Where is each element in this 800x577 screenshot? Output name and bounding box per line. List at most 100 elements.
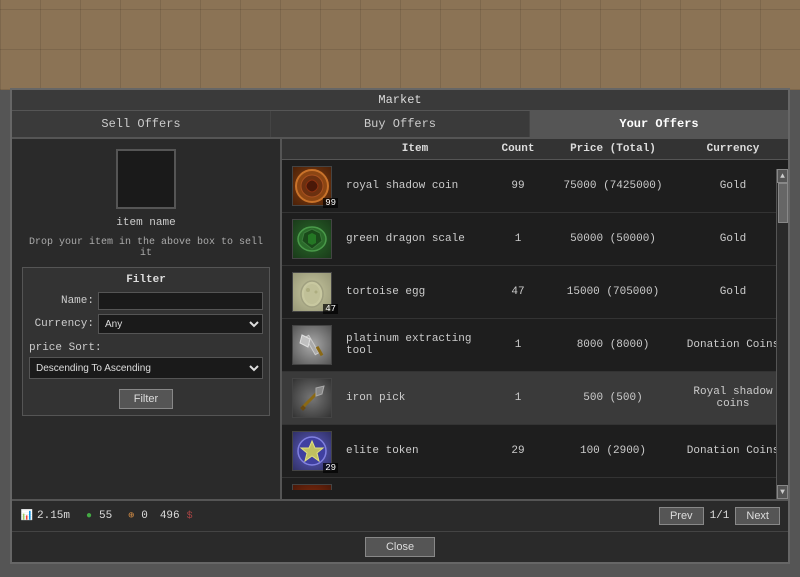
col-icon <box>282 143 342 155</box>
table-row[interactable]: 3 tier 3 quest box 3 75 (225) Royal shad… <box>282 478 788 490</box>
market-window: Market Sell Offers Buy Offers Your Offer… <box>10 88 790 564</box>
filter-name-row: Name: <box>29 292 263 310</box>
item-badge-1: 99 <box>323 198 338 208</box>
item-price-4: 8000 (8000) <box>548 339 678 351</box>
item-name-5: iron pick <box>342 392 488 404</box>
close-bar: Close <box>12 531 788 562</box>
table-scrollbar[interactable]: ▲ ▼ <box>776 169 788 499</box>
plat-tool-icon <box>292 325 332 365</box>
item-badge-6: 29 <box>323 463 338 473</box>
table-row[interactable]: platinum extracting tool 1 8000 (8000) D… <box>282 319 788 372</box>
item-drop-hint: Drop your item in the above box to sell … <box>22 237 270 259</box>
item-name-6: elite token <box>342 445 488 457</box>
item-name-4: platinum extracting tool <box>342 333 488 357</box>
item-badge-3: 47 <box>323 304 338 314</box>
item-name-label: item name <box>116 217 175 229</box>
gold-stat: 📊 2.15m <box>20 509 70 523</box>
stat4-icon: $ <box>183 509 197 523</box>
stat4: 496 $ <box>160 509 197 523</box>
stat3-icon: ⊕ <box>124 509 138 523</box>
item-count-1: 99 <box>488 180 548 192</box>
tab-buy-offers[interactable]: Buy Offers <box>271 111 530 137</box>
table-row[interactable]: iron pick 1 500 (500) Royal shadow coins <box>282 372 788 425</box>
item-name-2: green dragon scale <box>342 233 488 245</box>
filter-name-input[interactable] <box>98 292 263 310</box>
filter-button[interactable]: Filter <box>119 389 173 409</box>
item-currency-5: Royal shadow coins <box>678 386 788 410</box>
item-price-2: 50000 (50000) <box>548 233 678 245</box>
item-currency-2: Gold <box>678 233 788 245</box>
table-header: Item Count Price (Total) Currency <box>282 139 788 160</box>
price-sort-label: price Sort: <box>29 342 263 354</box>
stat4-value: 496 <box>160 510 180 522</box>
item-price-3: 15000 (705000) <box>548 286 678 298</box>
col-currency: Currency <box>678 143 788 155</box>
prev-button[interactable]: Prev <box>659 507 704 525</box>
item-currency-4: Donation Coins <box>678 339 788 351</box>
market-label: Market <box>12 90 788 111</box>
right-panel: Item Count Price (Total) Currency <box>282 139 788 499</box>
close-button[interactable]: Close <box>365 537 435 557</box>
stat3: ⊕ 0 <box>124 509 148 523</box>
item-icon-cell <box>282 215 342 263</box>
tab-sell-offers[interactable]: Sell Offers <box>12 111 271 137</box>
item-count-5: 1 <box>488 392 548 404</box>
col-price: Price (Total) <box>548 143 678 155</box>
item-icon-cell <box>282 374 342 422</box>
scroll-thumb[interactable] <box>778 183 788 223</box>
table-row[interactable]: 47 tortoise egg 47 15000 (705000) Gold <box>282 266 788 319</box>
item-name-3: tortoise egg <box>342 286 488 298</box>
filter-section: Filter Name: Currency: Any price Sort: D… <box>22 267 270 416</box>
next-button[interactable]: Next <box>735 507 780 525</box>
item-currency-1: Gold <box>678 180 788 192</box>
table-body: 99 royal shadow coin 99 75000 (7425000) … <box>282 160 788 490</box>
filter-name-label: Name: <box>29 295 94 307</box>
item-count-6: 29 <box>488 445 548 457</box>
pagination: Prev 1/1 Next <box>659 507 780 525</box>
col-count: Count <box>488 143 548 155</box>
stat2: ● 55 <box>82 509 112 523</box>
item-icon-cell: 3 <box>282 480 342 490</box>
item-icon-cell <box>282 321 342 369</box>
item-name-1: royal shadow coin <box>342 180 488 192</box>
item-icon-cell: 47 <box>282 268 342 316</box>
filter-title: Filter <box>29 274 263 286</box>
stat2-value: 55 <box>99 510 112 522</box>
game-background <box>0 0 800 90</box>
item-count-3: 47 <box>488 286 548 298</box>
item-currency-6: Donation Coins <box>678 445 788 457</box>
scroll-up-btn[interactable]: ▲ <box>777 169 788 183</box>
stat2-icon: ● <box>82 509 96 523</box>
item-price-6: 100 (2900) <box>548 445 678 457</box>
item-count-4: 1 <box>488 339 548 351</box>
filter-currency-label: Currency: <box>29 318 94 330</box>
item-currency-3: Gold <box>678 286 788 298</box>
table-row[interactable]: 29 elite token 29 100 (2900) Donation Co… <box>282 425 788 478</box>
table-row[interactable]: 99 royal shadow coin 99 75000 (7425000) … <box>282 160 788 213</box>
item-price-5: 500 (500) <box>548 392 678 404</box>
page-info: 1/1 <box>710 510 730 522</box>
item-price-1: 75000 (7425000) <box>548 180 678 192</box>
filter-currency-select[interactable]: Any <box>98 314 263 334</box>
filter-currency-row: Currency: Any <box>29 314 263 334</box>
scroll-track <box>777 183 788 485</box>
item-drop-box[interactable] <box>116 149 176 209</box>
gold-amount: 2.15m <box>37 510 70 522</box>
item-icon-cell: 99 <box>282 162 342 210</box>
stat3-value: 0 <box>141 510 148 522</box>
item-icon-cell: 29 <box>282 427 342 475</box>
quest-box-icon <box>292 484 332 490</box>
item-count-2: 1 <box>488 233 548 245</box>
bottom-bar: 📊 2.15m ● 55 ⊕ 0 496 $ Prev 1/1 Next <box>12 499 788 531</box>
col-item: Item <box>342 143 488 155</box>
iron-pick-icon <box>292 378 332 418</box>
tab-your-offers[interactable]: Your Offers <box>530 111 788 137</box>
scroll-down-btn[interactable]: ▼ <box>777 485 788 499</box>
gold-amount-icon: 📊 <box>20 509 34 523</box>
tab-bar: Sell Offers Buy Offers Your Offers <box>12 111 788 139</box>
table-row[interactable]: green dragon scale 1 50000 (50000) Gold <box>282 213 788 266</box>
sort-select[interactable]: Descending To Ascending <box>29 357 263 379</box>
content-area: item name Drop your item in the above bo… <box>12 139 788 499</box>
green-dragon-scale-icon <box>292 219 332 259</box>
left-panel: item name Drop your item in the above bo… <box>12 139 282 499</box>
